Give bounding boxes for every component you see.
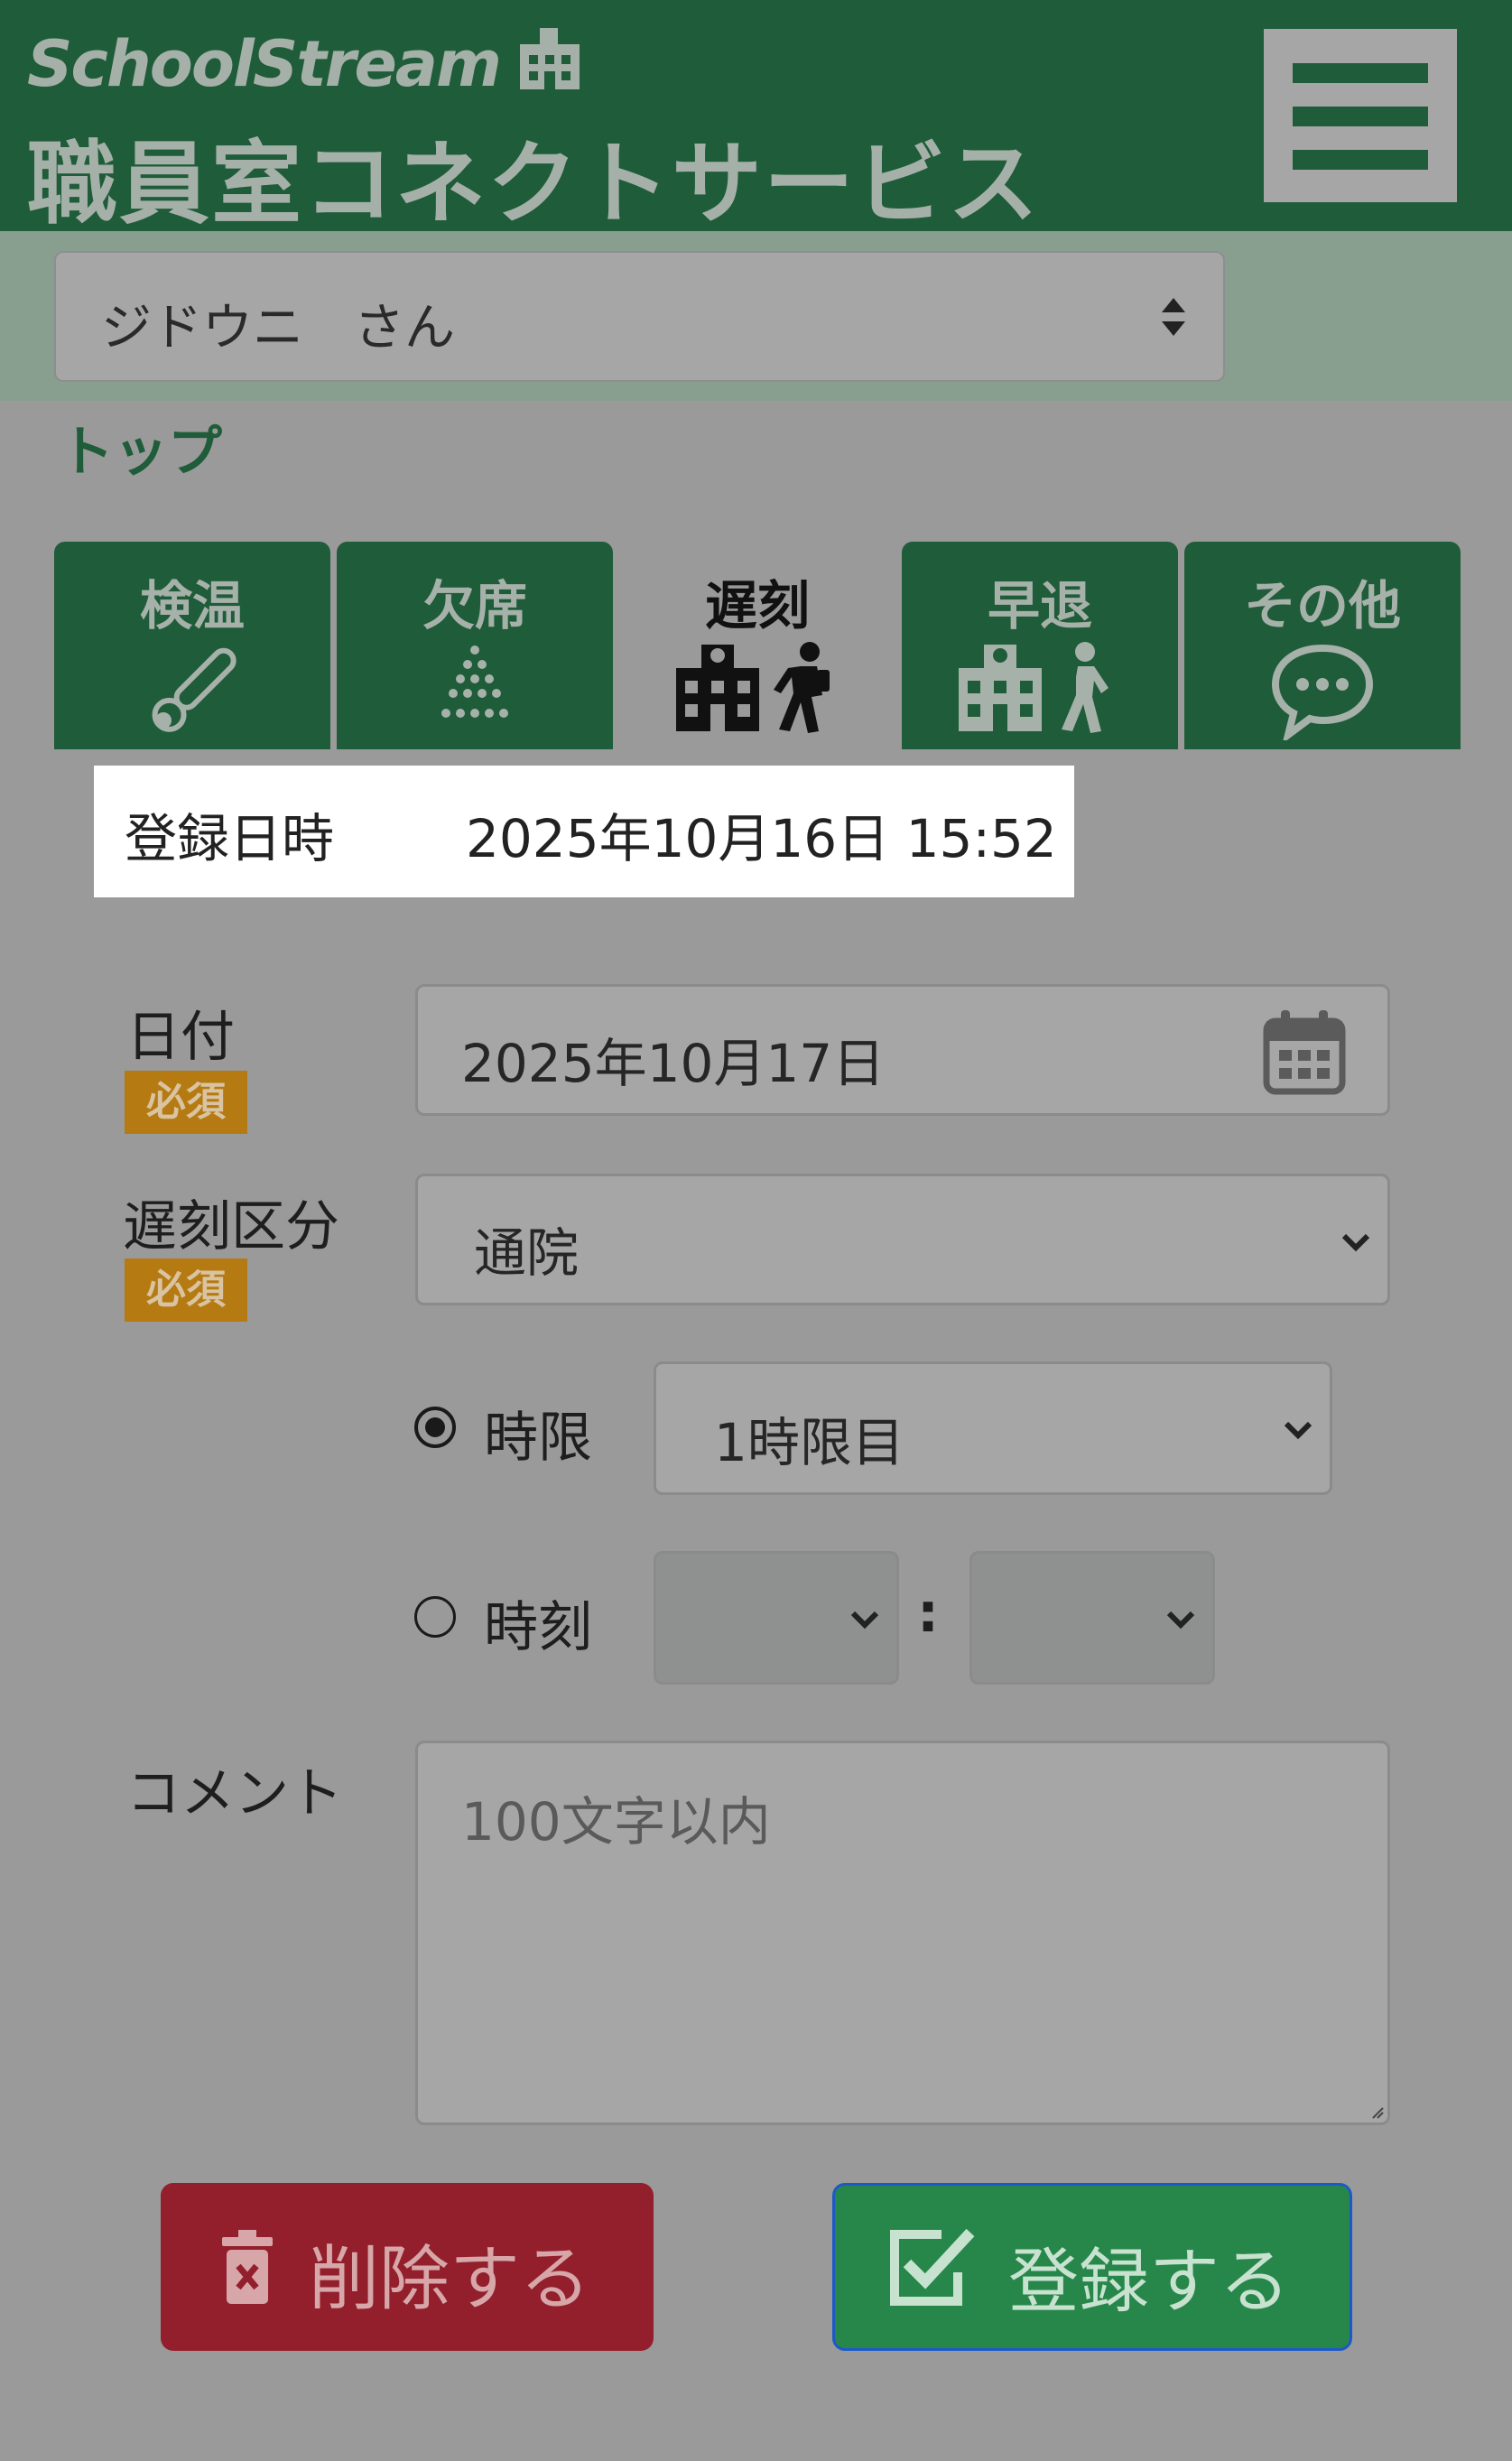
- period-value: 1時限目: [714, 1412, 904, 1473]
- student-select[interactable]: ジドウニ さん: [54, 251, 1225, 382]
- tab-label: 早退: [987, 575, 1092, 636]
- school-walker-icon: [676, 642, 830, 733]
- comment-textarea[interactable]: 100文字以内: [415, 1741, 1390, 2125]
- submit-button-label: 登録する: [1008, 2242, 1291, 2323]
- breadcrumb[interactable]: トップ: [60, 408, 222, 487]
- calendar-icon[interactable]: [1263, 1008, 1346, 1095]
- date-field[interactable]: 2025年10月17日: [415, 984, 1390, 1116]
- delete-button-label: 削除する: [309, 2239, 591, 2320]
- date-value: 2025年10月17日: [461, 1033, 886, 1094]
- building-icon: [519, 28, 580, 89]
- tab-label: その他: [1243, 575, 1401, 636]
- tab-other[interactable]: その他: [1184, 542, 1461, 749]
- time-radio[interactable]: [414, 1596, 456, 1638]
- service-name: 職員室コネクトサービス: [27, 131, 1040, 237]
- comment-label: コメント: [126, 1762, 343, 1825]
- chevron-down-icon: [1166, 1611, 1195, 1630]
- brand-name: SchoolStream: [27, 27, 502, 101]
- trash-icon: [222, 2230, 273, 2304]
- required-badge: 必須: [125, 1258, 247, 1322]
- registration-info: 登録日時 2025年10月16日 15:52: [94, 766, 1074, 897]
- chevron-down-icon: [1284, 1421, 1313, 1440]
- app-header: SchoolStream 職員室コネクトサービス: [0, 0, 1512, 237]
- speech-bubble-icon: [1271, 644, 1374, 740]
- period-radio[interactable]: [414, 1407, 456, 1448]
- tab-temperature[interactable]: 検温: [54, 542, 330, 749]
- registration-datetime: 2025年10月16日 15:52: [466, 808, 1057, 869]
- tab-late[interactable]: 遅刻: [619, 542, 895, 749]
- resize-handle-icon[interactable]: [1371, 2106, 1384, 2119]
- hamburger-menu-button[interactable]: [1264, 29, 1457, 202]
- category-value: 通院: [474, 1222, 580, 1284]
- delete-button[interactable]: 削除する: [161, 2183, 654, 2351]
- tab-label: 遅刻: [704, 575, 810, 636]
- tab-early-leave[interactable]: 早退: [902, 542, 1178, 749]
- tab-absence[interactable]: 欠席: [337, 542, 613, 749]
- category-label: 遅刻区分: [123, 1195, 339, 1258]
- checkbox-icon: [890, 2228, 975, 2306]
- thermometer-icon: [152, 647, 237, 732]
- submit-button[interactable]: 登録する: [832, 2183, 1352, 2351]
- tab-label: 検温: [139, 575, 245, 636]
- student-select-value: ジドウニ さん: [101, 299, 455, 358]
- chevron-down-icon: [850, 1611, 879, 1630]
- comment-placeholder: 100文字以内: [461, 1791, 771, 1853]
- menu-icon-bar: [1293, 107, 1428, 126]
- date-label: 日付: [126, 1006, 235, 1069]
- school-walker-icon: [959, 642, 1108, 733]
- brand-logo: SchoolStream: [27, 27, 583, 101]
- menu-icon-bar: [1293, 150, 1428, 170]
- period-select[interactable]: 1時限目: [654, 1361, 1332, 1495]
- dots-triangle-icon: [441, 645, 508, 718]
- minute-select[interactable]: [969, 1551, 1215, 1685]
- time-separator: :: [917, 1582, 939, 1645]
- period-label: 時限: [484, 1407, 592, 1470]
- chevron-down-icon: [1341, 1233, 1370, 1252]
- registration-label: 登録日時: [125, 808, 335, 869]
- hour-select[interactable]: [654, 1551, 899, 1685]
- menu-icon: [1293, 63, 1428, 83]
- required-badge: 必須: [125, 1071, 247, 1134]
- tab-label: 欠席: [422, 575, 527, 636]
- category-select[interactable]: 通院: [415, 1174, 1390, 1305]
- time-label: 時刻: [484, 1596, 592, 1659]
- sort-updown-icon: [1162, 298, 1185, 336]
